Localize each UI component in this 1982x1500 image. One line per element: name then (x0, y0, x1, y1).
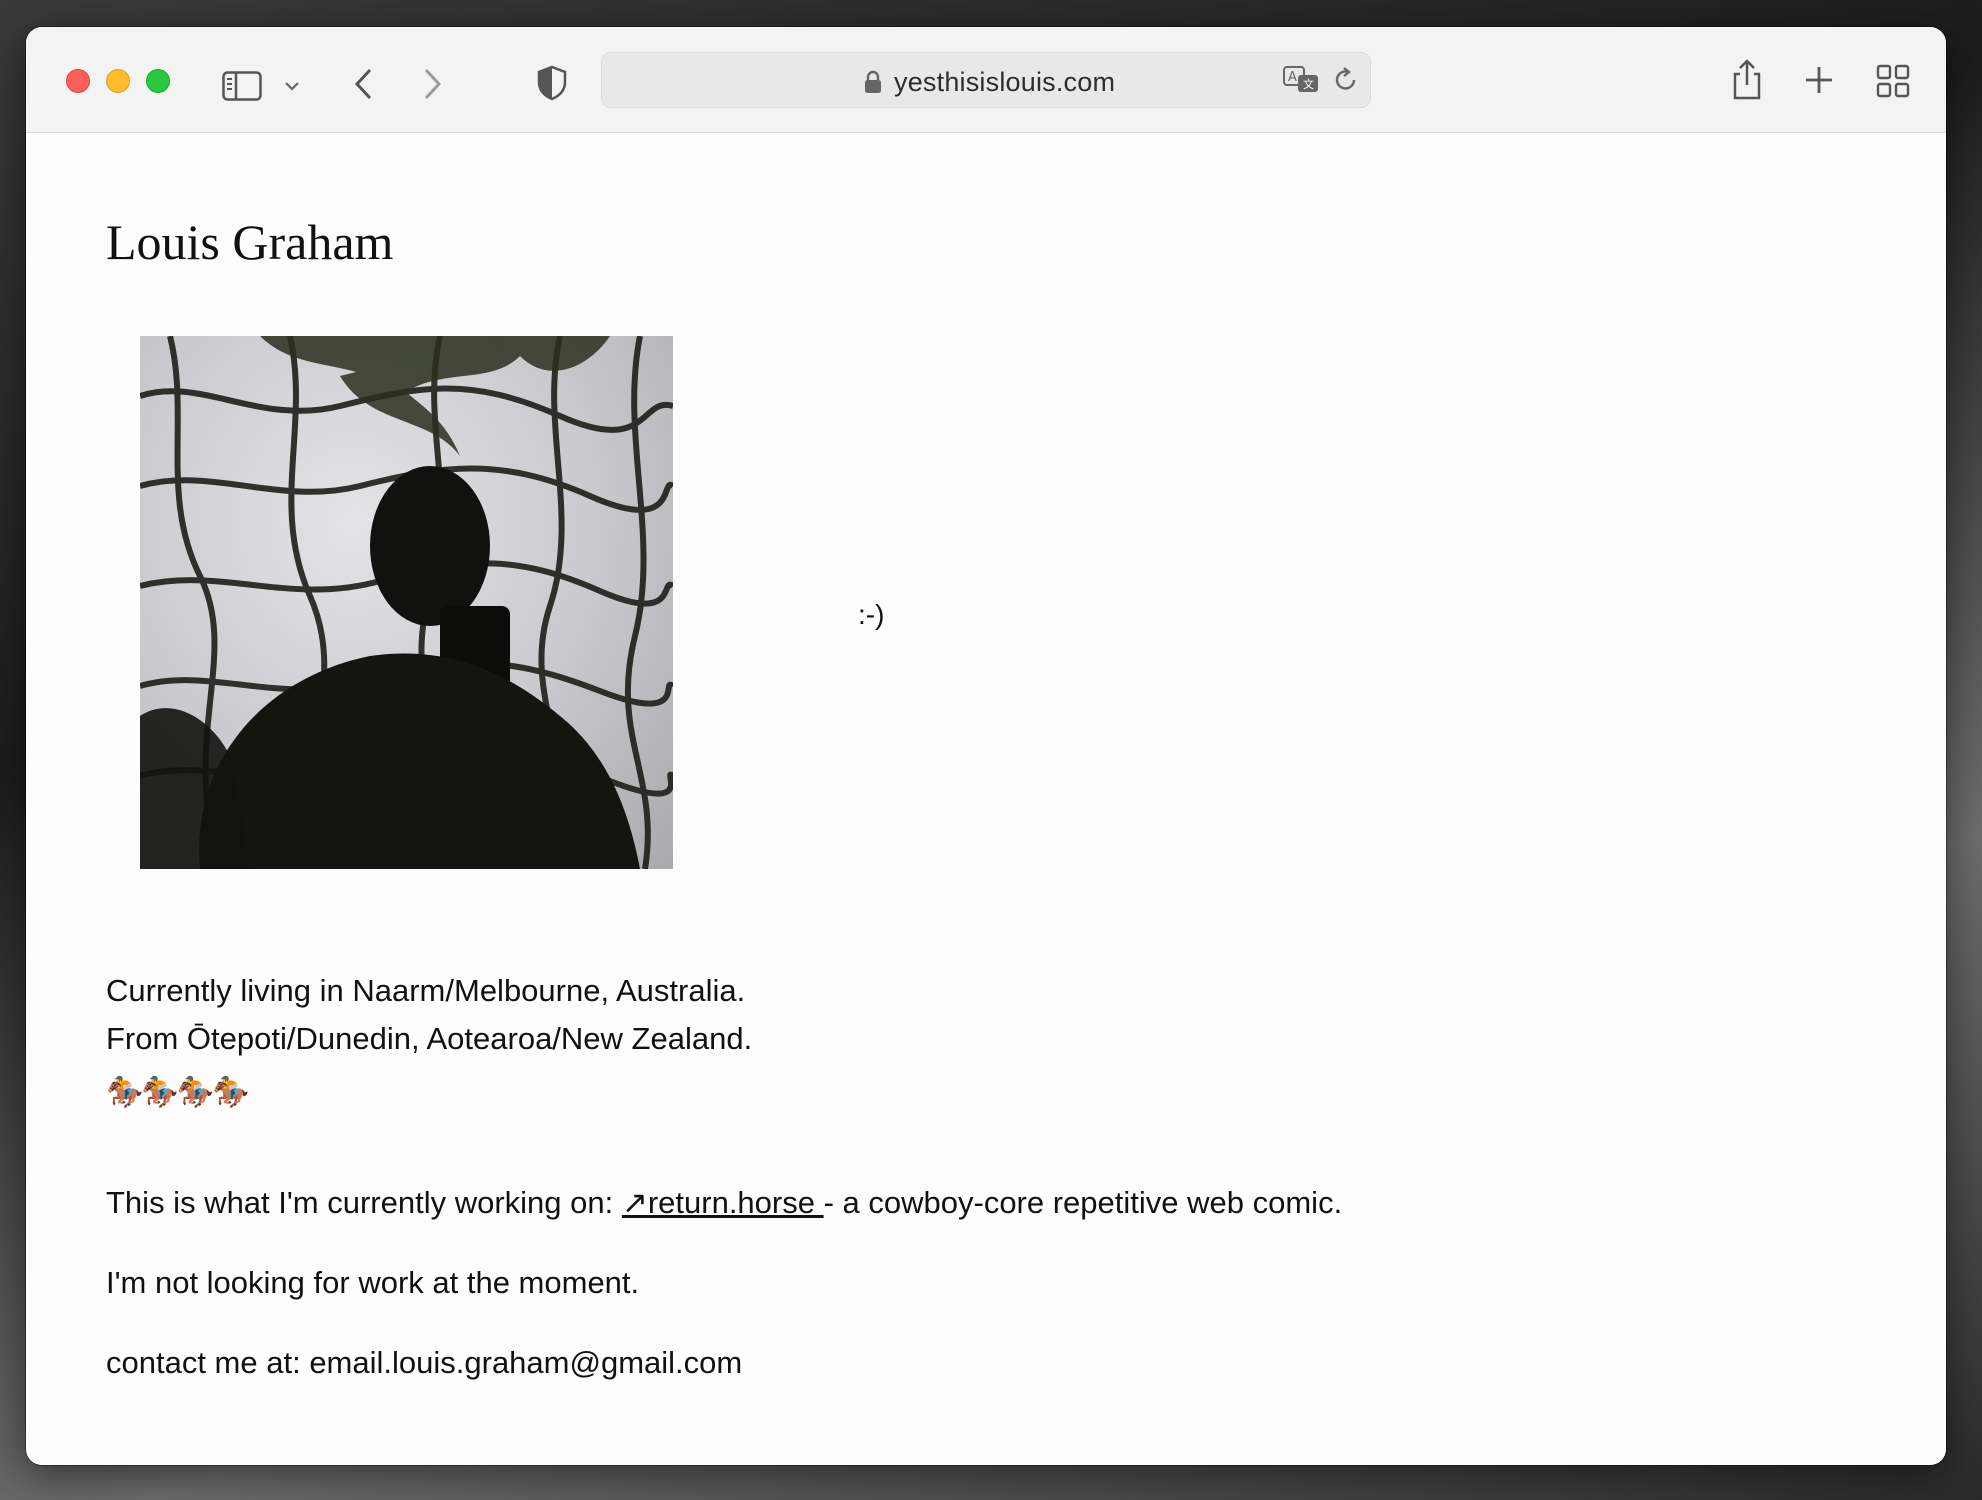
reload-icon[interactable] (1332, 66, 1360, 99)
shield-icon[interactable] (536, 65, 568, 101)
working-on-line: This is what I'm currently working on: ↗… (106, 1185, 1342, 1221)
contact-text: contact me at: email.louis.graham@gmail.… (106, 1345, 743, 1380)
minimize-window-button[interactable] (106, 69, 130, 93)
url-text: yesthisislouis.com (894, 67, 1116, 97)
forward-icon[interactable] (422, 67, 444, 101)
browser-window: yesthisislouis.com A文 Louis Graham:-) C… (26, 27, 1946, 1465)
svg-text:文: 文 (1303, 77, 1314, 91)
share-icon[interactable] (1731, 58, 1763, 100)
plus-icon[interactable] (1804, 65, 1834, 95)
sidebar-icon[interactable] (222, 71, 262, 101)
back-icon[interactable] (352, 67, 374, 101)
page-content: Louis Graham:-) Currently living in Naa… (26, 133, 1946, 1465)
svg-text:A: A (1288, 70, 1297, 85)
horse-emojis: 🏇🏇🏇🏇 (106, 1076, 249, 1109)
translate-icon[interactable]: A文 (1282, 65, 1322, 100)
lock-icon (864, 70, 882, 99)
location-current: Currently living in Naarm/Melbourne, Aus… (106, 973, 746, 1008)
availability-text: I'm not looking for work at the moment. (106, 1265, 640, 1300)
browser-toolbar: yesthisislouis.com A文 (26, 27, 1946, 133)
location-origin: From Ōtepoti/Dunedin, Aotearoa/New Zeala… (106, 1021, 753, 1056)
close-window-button[interactable] (66, 69, 90, 93)
profile-photo (140, 336, 673, 869)
chevron-down-icon[interactable] (284, 80, 300, 92)
working-on-prefix: This is what I'm currently working on: (106, 1185, 622, 1220)
smiley-text: :-) (858, 599, 885, 630)
tab-overview-icon[interactable] (1876, 64, 1910, 98)
address-bar[interactable]: yesthisislouis.com A文 (601, 52, 1371, 108)
return-horse-link[interactable]: ↗return.horse (622, 1185, 824, 1220)
maximize-window-button[interactable] (146, 69, 170, 93)
working-on-suffix: - a cowboy-core repetitive web comic. (823, 1185, 1343, 1220)
page-title: Louis Graham (106, 214, 394, 270)
